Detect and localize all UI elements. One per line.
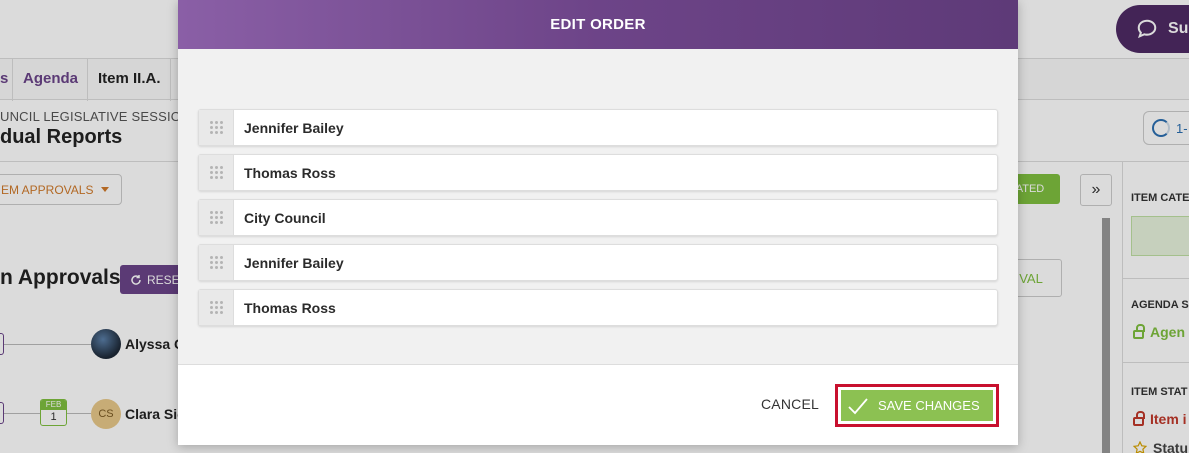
drag-handle-icon[interactable] [199, 110, 234, 145]
modal-footer: CANCEL SAVE CHANGES [178, 364, 1018, 445]
drag-handle-icon[interactable] [199, 245, 234, 280]
save-highlight-outline: SAVE CHANGES [835, 384, 999, 427]
order-item[interactable]: Jennifer Bailey [198, 244, 998, 281]
drag-handle-icon[interactable] [199, 200, 234, 235]
save-changes-label: SAVE CHANGES [878, 398, 980, 413]
order-item-label: Thomas Ross [244, 164, 336, 181]
order-item[interactable]: Jennifer Bailey [198, 109, 998, 146]
order-item[interactable]: City Council [198, 199, 998, 236]
save-changes-button[interactable]: SAVE CHANGES [841, 390, 993, 421]
order-item-label: Jennifer Bailey [244, 254, 344, 271]
order-item[interactable]: Thomas Ross [198, 154, 998, 191]
order-item-label: Jennifer Bailey [244, 119, 344, 136]
order-list: Jennifer Bailey Thomas Ross City Council Je… [198, 109, 998, 334]
drag-handle-icon[interactable] [199, 290, 234, 325]
order-item-label: Thomas Ross [244, 299, 336, 316]
checkmark-icon [848, 397, 868, 414]
edit-order-modal: EDIT ORDER Jennifer Bailey Thomas Ross Cit… [178, 0, 1018, 445]
cancel-button[interactable]: CANCEL [761, 396, 819, 412]
drag-handle-icon[interactable] [199, 155, 234, 190]
modal-title: EDIT ORDER [178, 0, 1018, 49]
order-item[interactable]: Thomas Ross [198, 289, 998, 326]
order-item-label: City Council [244, 209, 326, 226]
